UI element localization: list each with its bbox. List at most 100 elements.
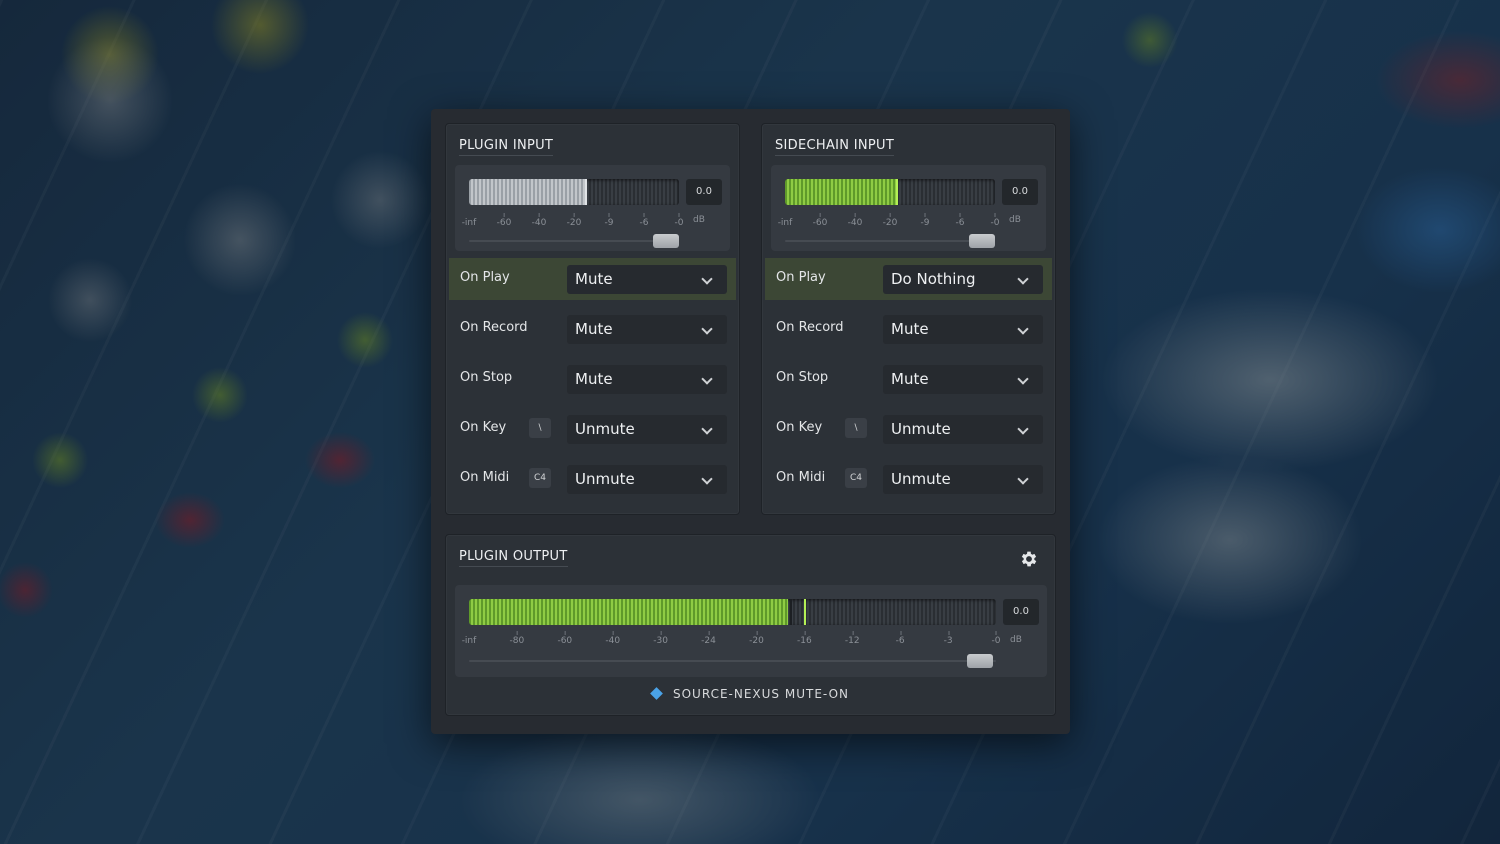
- plugin-output-scale: -inf -80 -60 -40 -30 -24 -20 -16 -12 -6 -3 -0: [462, 631, 1000, 647]
- sidechain-input-value: 0.0: [1002, 179, 1038, 205]
- scale-tick: -60: [497, 213, 511, 228]
- brand-label: SOURCE-NEXUS MUTE-ON: [672, 687, 849, 701]
- plugin-output-title: PLUGIN OUTPUT: [459, 549, 568, 567]
- brand-footer: SOURCE-NEXUS MUTE-ON: [446, 687, 1055, 701]
- plugin-input-db: dB: [693, 215, 705, 225]
- scale-tick: -20: [883, 213, 897, 228]
- action-dropdown[interactable]: Unmute: [883, 415, 1043, 444]
- action-dropdown[interactable]: Mute: [883, 315, 1043, 344]
- plugin-input-panel: PLUGIN INPUT 0.0 -inf -60 -40 -20 -9 -6 -0 dB …: [445, 123, 740, 515]
- dropdown-value: Mute: [575, 370, 613, 388]
- scale-tick: -6: [896, 631, 905, 646]
- sidechain-input-meter-box: 0.0 -inf -60 -40 -20 -9 -6 -0 dB: [771, 165, 1046, 251]
- chevron-down-icon: [1017, 273, 1029, 285]
- scale-tick: -20: [749, 631, 764, 646]
- sidechain-input-row-on-stop: On Stop Mute: [765, 358, 1052, 400]
- dropdown-value: Unmute: [575, 420, 635, 438]
- plugin-output-meter-box: 0.0 -inf -80 -60 -40 -30 -24 -20 -16 -12 -6 -3 -0 d…: [455, 585, 1047, 677]
- sidechain-input-title: SIDECHAIN INPUT: [775, 138, 895, 156]
- sidechain-input-gain-track[interactable]: [785, 240, 995, 242]
- action-dropdown[interactable]: Unmute: [567, 465, 727, 494]
- plugin-output-value: 0.0: [1003, 599, 1039, 625]
- key-assign-button[interactable]: C4: [845, 468, 867, 488]
- trigger-label: On Midi: [460, 470, 510, 485]
- dropdown-value: Unmute: [891, 470, 951, 488]
- plugin-output-panel: PLUGIN OUTPUT 0.0 -inf -80 -60 -40 -30 -24 -20…: [445, 534, 1056, 716]
- plugin-input-gain-track[interactable]: [469, 240, 679, 242]
- plugin-output-gain-thumb[interactable]: [967, 654, 994, 668]
- plugin-output-meter-peak: [803, 599, 806, 625]
- chevron-down-icon: [1017, 373, 1029, 385]
- chevron-down-icon: [1017, 423, 1029, 435]
- chevron-down-icon: [701, 423, 713, 435]
- dropdown-value: Unmute: [891, 420, 951, 438]
- plugin-input-meter-peak: [584, 179, 587, 205]
- plugin-window: PLUGIN INPUT 0.0 -inf -60 -40 -20 -9 -6 -0 dB …: [431, 109, 1070, 734]
- chevron-down-icon: [701, 273, 713, 285]
- scale-tick: -24: [701, 631, 716, 646]
- action-dropdown[interactable]: Mute: [567, 265, 727, 294]
- action-dropdown[interactable]: Unmute: [567, 415, 727, 444]
- scale-tick: -6: [640, 213, 648, 228]
- action-dropdown[interactable]: Mute: [567, 315, 727, 344]
- plugin-input-row-on-record: On Record Mute: [449, 308, 736, 350]
- scale-tick: -3: [944, 631, 953, 646]
- chevron-down-icon: [701, 323, 713, 335]
- trigger-label: On Record: [776, 320, 844, 335]
- plugin-output-meter: [469, 599, 996, 625]
- trigger-label: On Stop: [460, 370, 513, 385]
- trigger-label: On Key: [776, 420, 823, 435]
- action-dropdown[interactable]: Mute: [567, 365, 727, 394]
- sidechain-input-row-on-key: On Key \ Unmute: [765, 408, 1052, 450]
- key-assign-button[interactable]: \: [529, 418, 551, 438]
- dropdown-value: Mute: [891, 320, 929, 338]
- chevron-down-icon: [701, 373, 713, 385]
- trigger-label: On Midi: [776, 470, 826, 485]
- dropdown-value: Mute: [891, 370, 929, 388]
- scale-tick: -40: [532, 213, 546, 228]
- plugin-output-meter-gap: [789, 599, 792, 625]
- scale-tick: -80: [510, 631, 524, 646]
- plugin-input-row-on-stop: On Stop Mute: [449, 358, 736, 400]
- chevron-down-icon: [701, 473, 713, 485]
- plugin-input-row-on-midi: On Midi C4 Unmute: [449, 458, 736, 500]
- scale-tick: -0: [991, 213, 999, 228]
- diamond-icon: [650, 687, 663, 700]
- scale-tick: -inf: [461, 636, 477, 646]
- scale-tick: -30: [653, 631, 668, 646]
- key-assign-button[interactable]: \: [845, 418, 867, 438]
- plugin-input-row-on-key: On Key \ Unmute: [449, 408, 736, 450]
- sidechain-input-row-on-record: On Record Mute: [765, 308, 1052, 350]
- sidechain-input-meter-peak: [896, 179, 899, 205]
- plugin-input-gain-thumb[interactable]: [653, 234, 680, 248]
- plugin-input-meter-box: 0.0 -inf -60 -40 -20 -9 -6 -0 dB: [455, 165, 730, 251]
- plugin-input-row-on-play: On Play Mute: [449, 258, 736, 300]
- chevron-down-icon: [1017, 473, 1029, 485]
- scale-tick: -40: [605, 631, 620, 646]
- scale-tick: -0: [992, 631, 1000, 646]
- sidechain-input-meter: [785, 179, 995, 205]
- action-dropdown[interactable]: Unmute: [883, 465, 1043, 494]
- sidechain-input-row-on-play: On Play Do Nothing: [765, 258, 1052, 300]
- trigger-label: On Record: [460, 320, 528, 335]
- action-dropdown[interactable]: Do Nothing: [883, 265, 1043, 294]
- scale-tick: -40: [848, 213, 862, 228]
- sidechain-input-panel: SIDECHAIN INPUT 0.0 -inf -60 -40 -20 -9 -6 -0 …: [761, 123, 1056, 515]
- sidechain-input-gain-thumb[interactable]: [969, 234, 996, 248]
- plugin-input-scale: -inf -60 -40 -20 -9 -6 -0: [462, 213, 683, 229]
- trigger-label: On Play: [460, 270, 510, 285]
- gear-icon[interactable]: [1019, 549, 1039, 569]
- chevron-down-icon: [1017, 323, 1029, 335]
- scale-tick: -16: [797, 631, 812, 646]
- trigger-label: On Play: [776, 270, 826, 285]
- plugin-output-meter-fill: [469, 599, 788, 625]
- action-dropdown[interactable]: Mute: [883, 365, 1043, 394]
- dropdown-value: Mute: [575, 270, 613, 288]
- dropdown-value: Mute: [575, 320, 613, 338]
- plugin-output-gain-track[interactable]: [469, 660, 996, 662]
- key-assign-button[interactable]: C4: [529, 468, 551, 488]
- scale-tick: -9: [604, 213, 613, 228]
- trigger-label: On Stop: [776, 370, 829, 385]
- scale-tick: -60: [813, 213, 827, 228]
- sidechain-input-db: dB: [1009, 215, 1021, 225]
